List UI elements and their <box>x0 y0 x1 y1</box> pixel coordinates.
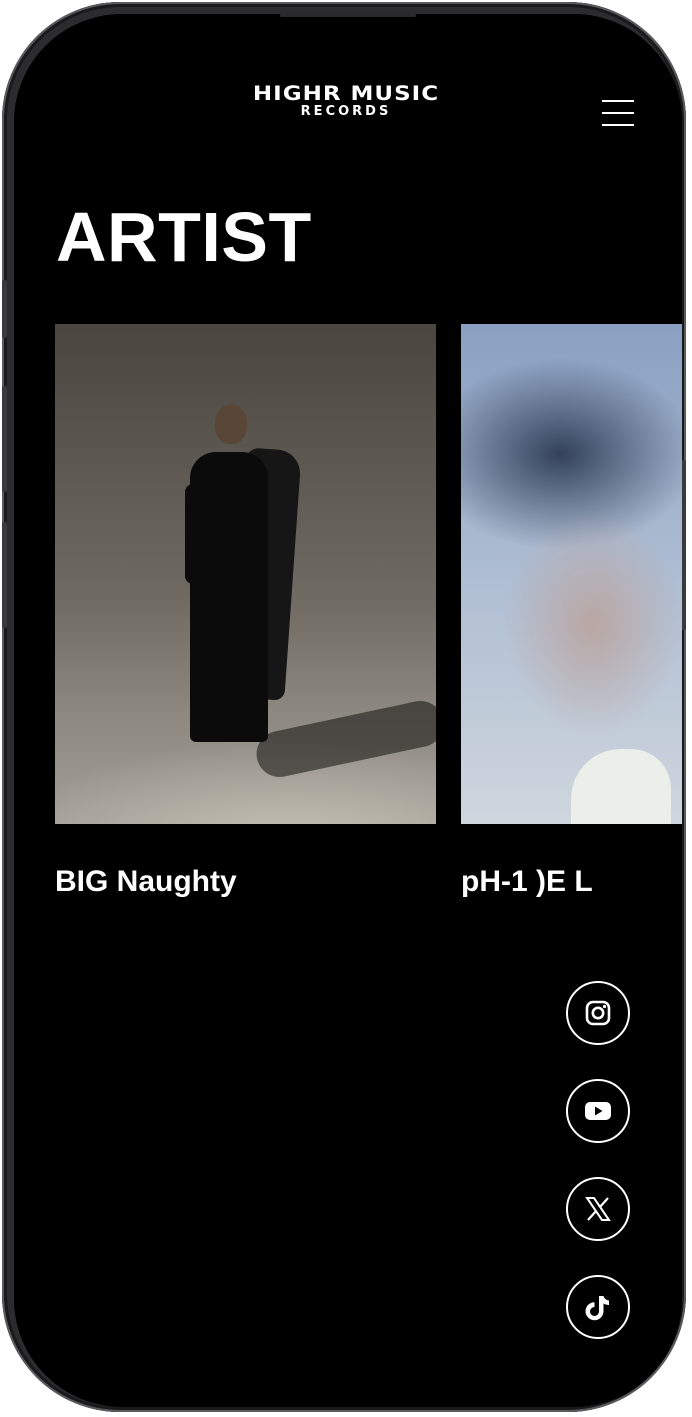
menu-bar <box>602 100 634 102</box>
artist-card-big-naughty[interactable]: BIG Naughty <box>55 324 436 902</box>
tiktok-glyph <box>585 1296 609 1321</box>
artist-name[interactable]: pH-1 )E L <box>461 862 682 902</box>
artist-photo[interactable] <box>55 324 436 824</box>
menu-bar <box>602 112 634 114</box>
tiktok-icon[interactable] <box>566 1275 630 1339</box>
artist-card-ph1[interactable]: pH-1 )E L <box>461 324 682 902</box>
figure-arm <box>185 484 201 584</box>
x-glyph <box>585 1197 611 1221</box>
x-twitter-icon[interactable] <box>566 1177 630 1241</box>
youtube-icon[interactable] <box>566 1079 630 1143</box>
instagram-icon[interactable] <box>566 981 630 1045</box>
artist-name[interactable]: BIG Naughty <box>55 862 436 902</box>
artist-photo[interactable] <box>461 324 682 824</box>
artist-figure <box>185 404 315 749</box>
volume-up-button <box>2 386 7 492</box>
brand-logo[interactable]: HIGHR MUSIC RECORDS <box>228 82 464 122</box>
hamburger-menu-icon[interactable] <box>602 100 634 128</box>
logo-text-sub: RECORDS <box>300 104 392 119</box>
action-button <box>2 280 7 338</box>
youtube-glyph <box>585 1102 611 1120</box>
speaker-slot <box>280 14 416 17</box>
volume-down-button <box>2 522 7 628</box>
logo-text-main: HIGHR MUSIC <box>252 82 440 106</box>
phone-frame: HIGHR MUSIC RECORDS ARTIST BIG Naughty p… <box>2 2 686 1412</box>
page-title: ARTIST <box>56 198 312 276</box>
screen: HIGHR MUSIC RECORDS ARTIST BIG Naughty p… <box>14 14 682 1407</box>
photo-sweater <box>571 749 671 824</box>
figure-head <box>215 404 247 444</box>
figure-body <box>190 452 268 742</box>
instagram-glyph <box>585 1000 611 1026</box>
menu-bar <box>602 124 634 126</box>
